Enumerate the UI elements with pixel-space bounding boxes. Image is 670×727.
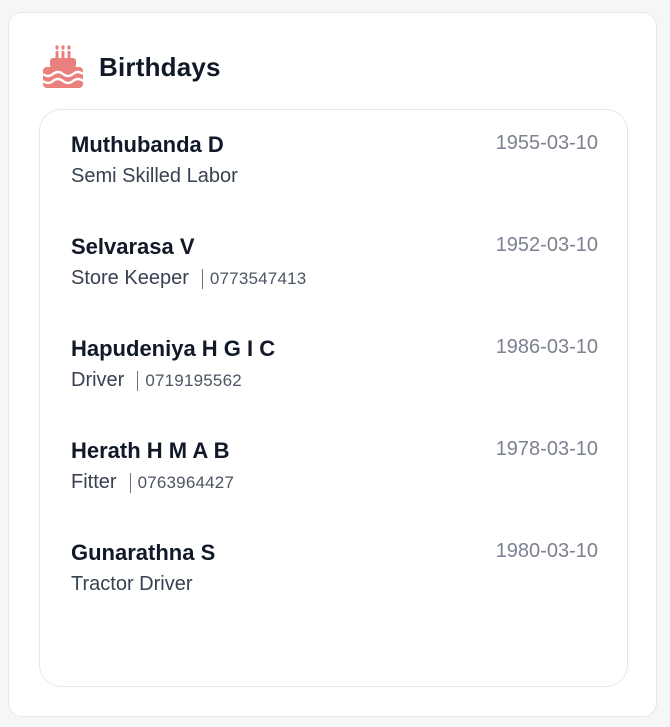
separator (129, 472, 131, 493)
employee-details: Store Keeper 0773547413 (71, 267, 306, 290)
employee-role: Store Keeper (71, 267, 189, 289)
birth-date: 1980-03-10 (495, 540, 598, 562)
list-item[interactable]: Selvarasa V 1952-03-10 Store Keeper 0773… (71, 234, 598, 314)
employee-name: Herath H M A B (71, 438, 230, 463)
birthdays-card: Birthdays Muthubanda D 1955-03-10 Semi S… (8, 12, 657, 717)
separator (137, 370, 139, 391)
employee-details: Tractor Driver (71, 573, 192, 596)
birth-date: 1986-03-10 (495, 336, 598, 358)
employee-role: Tractor Driver (71, 573, 193, 595)
employee-name: Selvarasa V (71, 234, 195, 259)
employee-details: Fitter 0763964427 (71, 471, 234, 494)
birth-date: 1978-03-10 (495, 438, 598, 460)
employee-role: Fitter (71, 471, 117, 493)
employee-role: Driver (71, 369, 125, 391)
employee-name: Hapudeniya H G I C (71, 336, 276, 361)
employee-name: Gunarathna S (71, 540, 216, 565)
card-header: Birthdays (42, 45, 221, 89)
list-item[interactable]: Gunarathna S 1980-03-10 Tractor Driver (71, 540, 598, 620)
list-item[interactable]: Herath H M A B 1978-03-10 Fitter 0763964… (71, 438, 598, 518)
employee-details: Driver 0719195562 (71, 369, 242, 392)
separator (201, 268, 203, 289)
birthday-cake-icon (42, 45, 84, 88)
employee-phone: 0719195562 (145, 370, 242, 390)
employee-details: Semi Skilled Labor (71, 165, 238, 188)
employee-name: Muthubanda D (71, 132, 224, 157)
birthday-list: Muthubanda D 1955-03-10 Semi Skilled Lab… (39, 109, 628, 687)
employee-phone: 0773547413 (209, 268, 307, 288)
list-item[interactable]: Muthubanda D 1955-03-10 Semi Skilled Lab… (71, 132, 598, 212)
list-item[interactable]: Hapudeniya H G I C 1986-03-10 Driver 071… (71, 336, 598, 416)
employee-phone: 0763964427 (137, 472, 235, 492)
card-title: Birthdays (99, 51, 221, 82)
employee-role: Semi Skilled Labor (71, 165, 238, 187)
birth-date: 1952-03-10 (495, 234, 598, 256)
birth-date: 1955-03-10 (495, 132, 598, 154)
